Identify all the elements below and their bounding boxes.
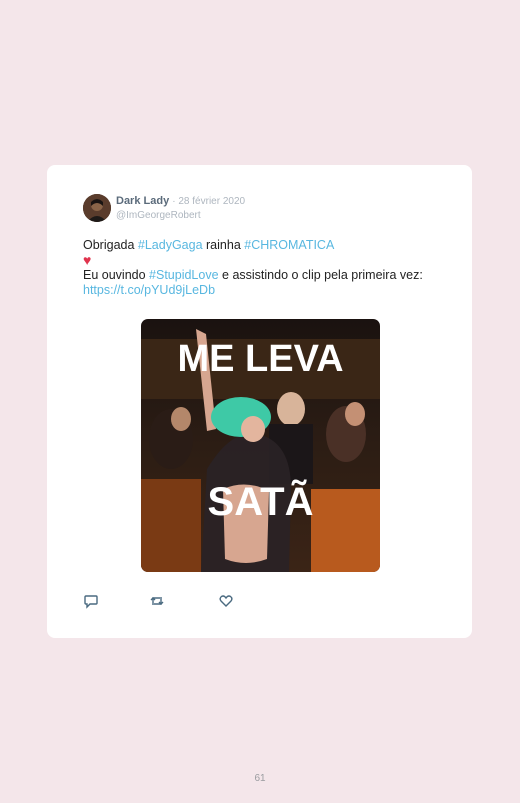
text-segment: e assistindo o clip pela primeira vez: <box>218 268 423 282</box>
author-handle[interactable]: @ImGeorgeRobert <box>116 209 245 223</box>
avatar[interactable] <box>83 194 111 222</box>
hashtag-ladygaga[interactable]: #LadyGaga <box>138 238 203 252</box>
text-segment: Obrigada <box>83 238 138 252</box>
tweet-actions <box>83 593 253 611</box>
reply-icon[interactable] <box>83 593 99 609</box>
text-segment: rainha <box>202 238 245 252</box>
hashtag-stupidlove[interactable]: #StupidLove <box>149 268 219 282</box>
author-block: Dark Lady · 28 février 2020 @ImGeorgeRob… <box>116 194 245 223</box>
tweet-image[interactable]: ME LEVA SATÃ <box>141 319 380 572</box>
text-segment: Eu ouvindo <box>83 268 150 282</box>
tweet-link[interactable]: https://t.co/pYUd9jLeDb <box>83 283 215 297</box>
heart-emoji: ♥ <box>83 252 92 268</box>
heart-icon[interactable] <box>218 593 234 609</box>
tweet-date[interactable]: · 28 février 2020 <box>172 196 245 207</box>
tweet-text: Obrigada #LadyGaga rainha #CHROMATICA ♥ … <box>83 238 428 298</box>
image-caption-top: ME LEVA <box>177 338 343 380</box>
tweet-card: Dark Lady · 28 février 2020 @ImGeorgeRob… <box>47 165 472 638</box>
hashtag-chromatica[interactable]: #CHROMATICA <box>244 238 334 252</box>
image-caption-bottom: SATÃ <box>208 478 314 524</box>
author-name[interactable]: Dark Lady <box>116 195 169 207</box>
page-number: 61 <box>254 773 266 784</box>
retweet-icon[interactable] <box>149 593 165 609</box>
